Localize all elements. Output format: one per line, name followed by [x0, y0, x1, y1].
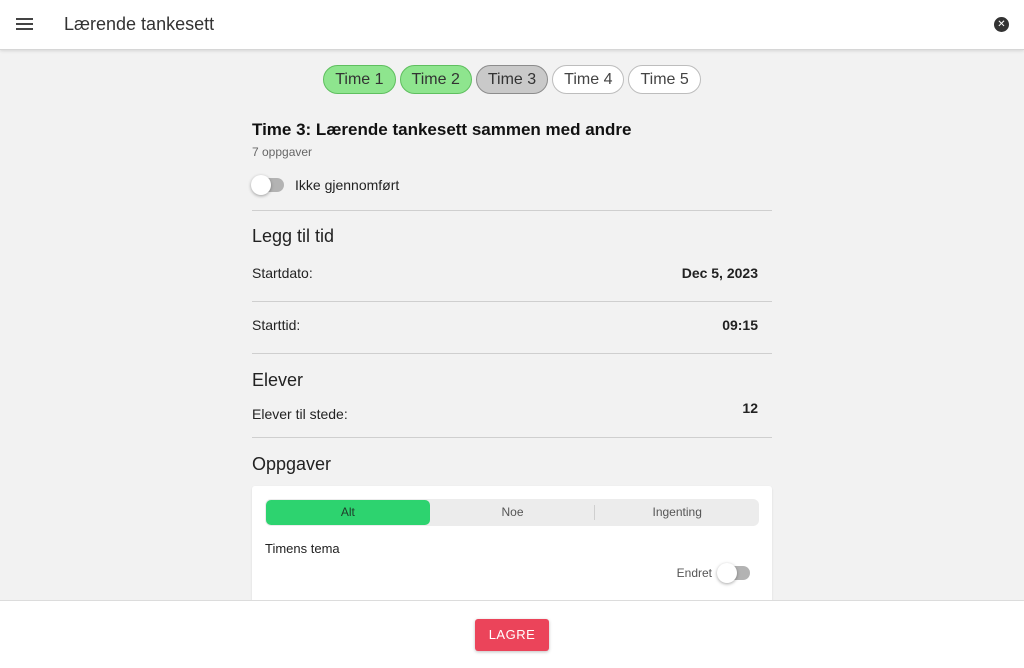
divider [252, 301, 772, 302]
lesson-content: Time 3: Lærende tankesett sammen med and… [251, 106, 772, 475]
changed-toggle[interactable] [717, 563, 750, 583]
start-time-row[interactable]: Starttid: 09:15 [252, 317, 772, 333]
segment-alt[interactable]: Alt [266, 500, 430, 525]
start-date-label: Startdato: [252, 265, 313, 281]
start-time-value[interactable]: 09:15 [722, 317, 758, 333]
menu-icon[interactable] [14, 14, 36, 36]
tab-time-5[interactable]: Time 5 [628, 65, 701, 94]
start-date-value[interactable]: Dec 5, 2023 [682, 265, 758, 281]
lesson-tabs: Time 1 Time 2 Time 3 Time 4 Time 5 [0, 65, 1024, 94]
divider [252, 437, 772, 438]
completed-toggle[interactable] [251, 175, 284, 195]
page-title: Lærende tankesett [64, 14, 215, 34]
status-label: Ikke gjennomført [295, 177, 400, 193]
changed-label: Endret [676, 566, 712, 580]
tab-time-4[interactable]: Time 4 [552, 65, 625, 94]
task-filter-segment: Alt Noe Ingenting [265, 499, 759, 526]
toggle-knob [251, 175, 271, 195]
segment-noe[interactable]: Noe [431, 499, 595, 526]
task-count: 7 oppgaver [252, 145, 313, 159]
start-date-row[interactable]: Startdato: Dec 5, 2023 [252, 265, 772, 281]
divider [252, 353, 772, 354]
bottom-bar: LAGRE [0, 600, 1024, 668]
tab-time-2[interactable]: Time 2 [399, 65, 472, 94]
students-present-label: Elever til stede: [252, 406, 348, 422]
segment-ingenting[interactable]: Ingenting [595, 499, 759, 526]
toggle-knob [717, 563, 737, 583]
tab-time-1[interactable]: Time 1 [323, 65, 396, 94]
section-title-tasks: Oppgaver [252, 454, 332, 474]
lesson-title: Time 3: Lærende tankesett sammen med and… [252, 120, 632, 139]
start-time-label: Starttid: [252, 317, 301, 333]
section-title-time: Legg til tid [252, 226, 335, 246]
close-icon[interactable]: ✕ [994, 17, 1009, 32]
divider [252, 210, 772, 211]
changed-row: Endret [676, 563, 750, 583]
app-bar: Lærende tankesett ✕ [0, 0, 1024, 50]
task-item-label: Timens tema [265, 541, 340, 556]
students-present-row[interactable]: Elever til stede: 12 [252, 400, 772, 422]
status-row: Ikke gjennomført [251, 174, 772, 196]
save-button[interactable]: LAGRE [475, 619, 549, 651]
students-present-value[interactable]: 12 [742, 400, 758, 422]
tab-time-3[interactable]: Time 3 [475, 65, 549, 94]
section-title-students: Elever [252, 370, 304, 390]
